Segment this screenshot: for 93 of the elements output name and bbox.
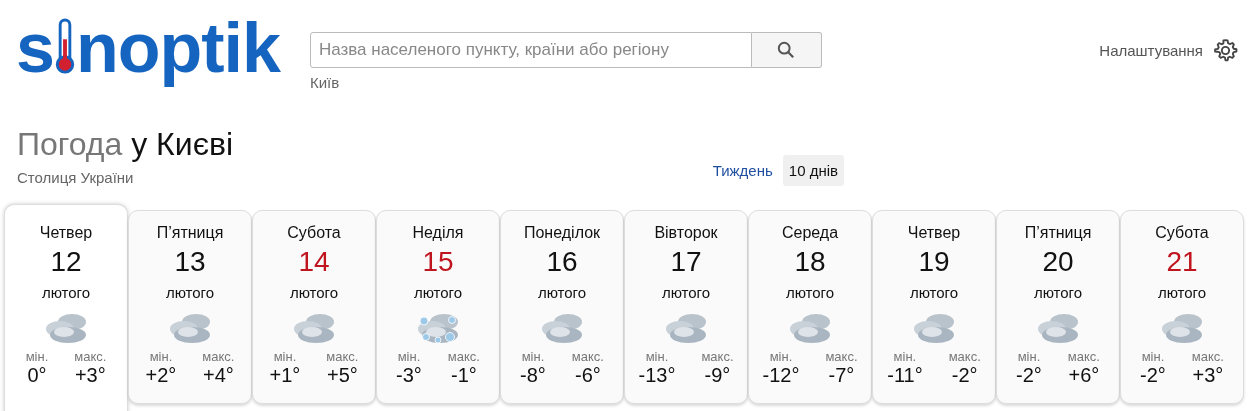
day-card[interactable]: Середа 18 лютого мін. -12° макс. -7°: [748, 210, 872, 404]
month-name: лютого: [165, 284, 215, 301]
day-number: 14: [298, 246, 330, 278]
max-temperature: +3°: [1192, 364, 1224, 387]
max-label: макс.: [1067, 349, 1100, 364]
search-field[interactable]: Назва населеного пункту, країни або регіону: [309, 32, 752, 68]
settings-icon[interactable]: [1213, 38, 1238, 63]
day-number: 18: [794, 246, 826, 278]
weekday: П’ятниця: [156, 224, 224, 242]
min-temperature: -13°: [638, 364, 676, 387]
max-label: макс.: [825, 349, 858, 364]
min-label: мін.: [149, 349, 173, 364]
day-card[interactable]: Неділя 15 лютого мін. -3° макс. -1°: [376, 210, 500, 404]
subtitle: Столиця України: [17, 169, 135, 186]
day-number: 13: [174, 246, 206, 278]
min-temperature: -11°: [887, 364, 923, 387]
day-card[interactable]: Четвер 19 лютого мін. -11° макс. -2°: [872, 210, 996, 404]
weekday: Четвер: [39, 224, 93, 242]
day-card[interactable]: П’ятниця 20 лютого мін. -2° макс. +6°: [996, 210, 1120, 404]
logo-text[interactable]: noptik: [75, 7, 280, 88]
min-label: мін.: [645, 349, 669, 364]
min-label: мін.: [893, 349, 917, 364]
search-icon: [777, 41, 796, 59]
weekday: Середа: [781, 224, 839, 242]
logo-text[interactable]: s: [16, 7, 54, 88]
min-temperature: -2°: [1016, 364, 1042, 387]
max-label: макс.: [1191, 349, 1224, 364]
min-temperature: -3°: [396, 364, 422, 387]
min-label: мін.: [769, 349, 793, 364]
max-label: макс.: [701, 349, 734, 364]
max-temperature: -7°: [828, 364, 855, 387]
max-label: макс.: [571, 349, 604, 364]
max-temperature: +5°: [327, 364, 358, 387]
day-card[interactable]: Субота 14 лютого мін. +1° макс. +5°: [252, 210, 376, 404]
min-label: мін.: [273, 349, 297, 364]
max-label: макс.: [447, 349, 480, 364]
min-temperature: -2°: [1140, 364, 1166, 387]
min-temperature: 0°: [27, 364, 47, 387]
month-name: лютого: [537, 284, 587, 301]
max-temperature: -6°: [575, 364, 601, 387]
month-name: лютого: [413, 284, 463, 301]
max-temperature: -1°: [451, 364, 477, 387]
settings-link[interactable]: Налаштування: [1099, 42, 1203, 59]
max-label: макс.: [326, 349, 359, 364]
page-title: Погода у Києві: [17, 125, 234, 163]
month-name: лютого: [785, 284, 835, 301]
max-label: макс.: [202, 349, 235, 364]
day-number: 19: [918, 246, 950, 278]
day-card[interactable]: Четвер 12 лютого мін. 0° макс. +3°: [4, 204, 128, 411]
day-card[interactable]: П’ятниця 13 лютого мін. +2° макс. +4°: [128, 210, 252, 404]
max-temperature: +6°: [1068, 364, 1100, 387]
month-name: лютого: [661, 284, 711, 301]
weekday: Понеділок: [523, 224, 601, 242]
search-button[interactable]: [751, 32, 822, 68]
day-number: 21: [1166, 246, 1198, 278]
period-tab[interactable]: Тиждень: [706, 155, 779, 186]
max-temperature: -2°: [951, 364, 978, 387]
search-hint-link[interactable]: Київ: [309, 74, 340, 91]
thermometer-icon: [54, 18, 75, 76]
min-label: мін.: [397, 349, 421, 364]
day-number: 17: [670, 246, 702, 278]
min-temperature: +1°: [269, 364, 301, 387]
max-temperature: +3°: [74, 364, 106, 387]
month-name: лютого: [41, 284, 91, 301]
min-temperature: -12°: [762, 364, 800, 387]
min-label: мін.: [1017, 349, 1041, 364]
max-temperature: -9°: [704, 364, 731, 387]
day-card[interactable]: Субота 21 лютого мін. -2° макс. +3°: [1120, 210, 1244, 404]
month-name: лютого: [1033, 284, 1083, 301]
period-tab[interactable]: 10 днів: [782, 155, 844, 186]
day-number: 12: [50, 246, 82, 278]
day-number: 16: [546, 246, 578, 278]
day-number: 20: [1042, 246, 1074, 278]
day-number: 15: [422, 246, 454, 278]
min-temperature: +2°: [145, 364, 177, 387]
month-name: лютого: [289, 284, 339, 301]
min-label: мін.: [25, 349, 49, 364]
weekday: Неділя: [412, 224, 464, 242]
day-card[interactable]: Вівторок 17 лютого мін. -13° макс. -9°: [624, 210, 748, 404]
weekday: Субота: [1155, 224, 1209, 242]
max-label: макс.: [948, 349, 981, 364]
weekday: П’ятниця: [1024, 224, 1092, 242]
max-temperature: +4°: [203, 364, 234, 387]
weekday: Вівторок: [654, 224, 718, 242]
max-label: макс.: [74, 349, 107, 364]
weekday: Субота: [287, 224, 341, 242]
month-name: лютого: [1157, 284, 1207, 301]
day-card[interactable]: Понеділок 16 лютого мін. -8° макс. -6°: [500, 210, 624, 404]
min-temperature: -8°: [520, 364, 546, 387]
min-label: мін.: [521, 349, 545, 364]
weekday: Четвер: [907, 224, 961, 242]
month-name: лютого: [909, 284, 959, 301]
min-label: мін.: [1141, 349, 1165, 364]
